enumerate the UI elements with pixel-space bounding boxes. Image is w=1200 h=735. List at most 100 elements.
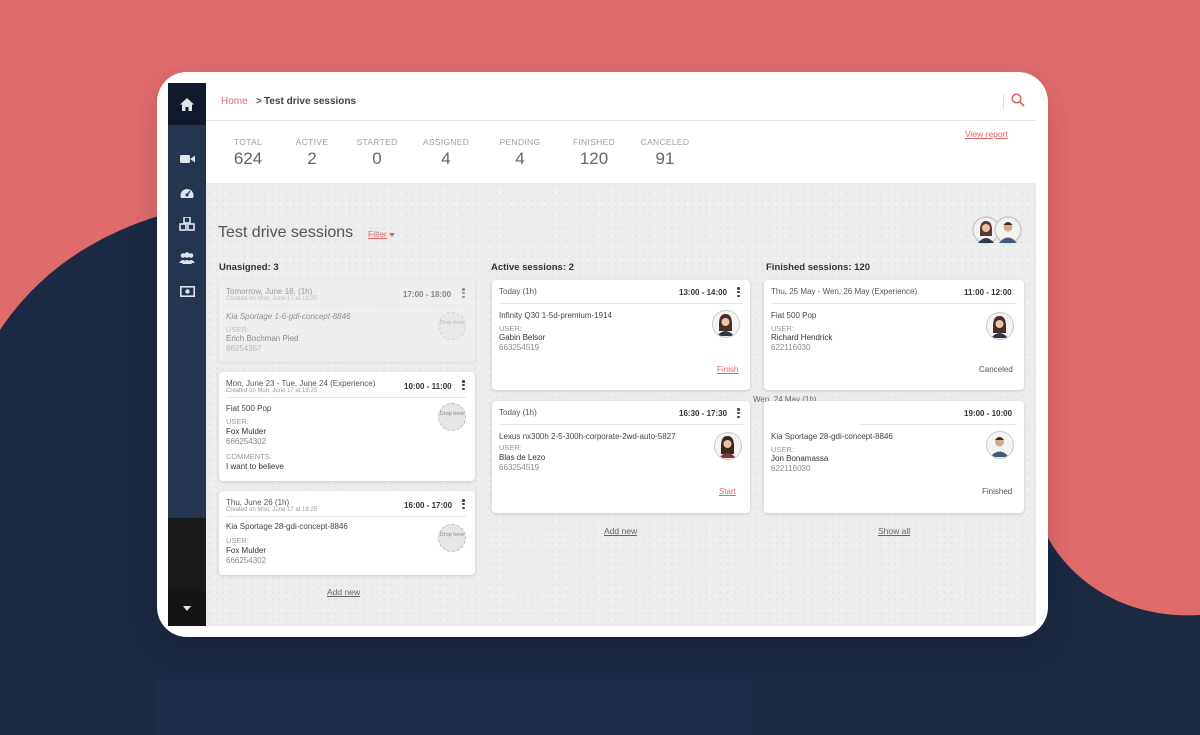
stat-value: 2 [307,149,317,168]
session-card-unassigned[interactable]: Mon, June 23 - Tue, June 24 (Experience)… [219,372,475,481]
home-icon [180,97,194,111]
session-time: 10:00 - 11:00 [404,382,452,391]
tablet-frame: Home > Test drive sessions TOTAL 624 ACT… [157,72,1048,637]
session-car: Fiat 500 Pop [226,404,272,413]
sidebar-item-dashboard[interactable] [168,180,206,206]
user-label: USER: [499,443,522,452]
stat-total: TOTAL 624 [218,137,278,169]
session-card-active[interactable]: Today (1h) 13:00 - 14:00 Infinity Q30 1-… [492,280,750,390]
session-phone: 663254519 [499,343,540,352]
card-divider [226,516,466,517]
drop-zone[interactable]: Drop here [438,524,466,552]
stats-bar: TOTAL 624 ACTIVE 2 STARTED 0 ASSIGNED 4 … [206,121,1036,183]
breadcrumb-home[interactable]: Home [221,96,248,107]
search-divider [1003,94,1004,109]
board-title: Test drive sessions [218,224,354,241]
show-all-finished-link[interactable]: Show all [878,526,910,536]
sidebar-collapse-toggle[interactable] [168,591,206,626]
dashboard-icon [180,189,194,198]
more-options-icon[interactable] [737,287,741,298]
avatar [712,310,740,338]
avatar [714,432,742,460]
stat-label: STARTED [356,137,398,147]
start-session-button[interactable]: Start [719,487,736,496]
sidebar-item-cubes[interactable] [168,211,206,237]
stat-label: ACTIVE [295,137,329,147]
chevron-down-icon [388,232,395,237]
user-label: USER: [771,324,794,333]
user-avatar-icon [715,433,740,458]
session-user: Gabin Belsor [499,333,546,342]
session-date: Thu, 25 May - Wen, 26 May (Experience) [771,287,918,296]
session-time: 11:00 - 12:00 [964,288,1012,297]
session-time: 16:00 - 17:00 [404,501,453,510]
session-created: Created on Mon, June 17 at 19:25 [226,296,318,302]
caret-down-icon [183,606,191,611]
stat-value: 0 [372,149,382,168]
add-new-unassigned-link[interactable]: Add new [327,587,360,597]
breadcrumb-current: Test drive sessions [264,96,357,107]
session-card-finished[interactable]: Thu, 25 May - Wen, 26 May (Experience) 1… [764,280,1024,390]
session-card-unassigned[interactable]: Thu, June 26 (1h) Created on Mon, June 1… [219,491,475,575]
stat-active: ACTIVE 2 [282,137,342,169]
user-label: USER: [226,417,249,426]
footer-strip [155,680,753,735]
stat-finished: FINISHED 120 [559,137,629,169]
user-label: USER: [226,325,249,334]
session-phone: 622116030 [771,343,811,352]
session-card-finished[interactable]: 19:00 - 10:00 Kia Sportage 28-gdi-concep… [764,401,1024,513]
session-phone: 666254302 [226,556,267,565]
card-divider [859,424,1017,425]
session-car: Fiat 500 Pop [771,311,817,320]
stat-label: FINISHED [572,137,616,147]
session-time: 13:00 - 14:00 [679,288,728,297]
add-new-active-link[interactable]: Add new [604,526,637,536]
stat-value: 91 [655,149,675,168]
more-options-icon[interactable] [462,380,466,391]
card-divider [226,305,466,306]
stat-pending: PENDING 4 [487,137,553,169]
session-phone: 622116030 [771,464,811,473]
session-user: Fox Mulder [226,427,267,436]
sidebar-item-money[interactable] [168,278,206,304]
sidebar-item-home[interactable] [168,83,206,125]
more-options-icon[interactable] [462,499,466,510]
session-car: Infinity Q30 1-5d-premium-1914 [499,311,612,320]
users-icon [179,252,195,264]
card-divider [226,397,466,398]
user-avatar-icon [987,432,1012,457]
sidebar-item-users[interactable] [168,245,206,271]
more-options-icon[interactable] [737,408,741,419]
drop-zone[interactable]: Drop here [438,312,466,340]
session-car: Lexus nx300h 2-5-300h-corporate-2wd-auto… [499,432,676,441]
user-label: USER: [499,324,522,333]
stat-started: STARTED 0 [347,137,407,169]
more-options-icon[interactable] [462,288,466,299]
column-header-active: Active sessions: 2 [491,262,574,273]
session-card-active[interactable]: Today (1h) 16:30 - 17:30 Lexus nx300h 2-… [492,401,750,513]
filter-label: Filter [368,229,387,239]
filter-dropdown[interactable]: Filter [368,229,395,239]
session-user: Erich Bochman Pied [226,334,299,343]
session-card-unassigned[interactable]: Tomorrow, June 18, (1h) Created on Mon, … [219,280,475,362]
sidebar-item-video[interactable] [168,146,206,172]
stat-assigned: ASSIGNED 4 [413,137,479,169]
drop-zone[interactable]: Drop here [438,403,466,431]
avatar-group-icon [972,216,1022,244]
search-button[interactable] [1011,93,1027,109]
column-header-finished: Finished sessions: 120 [766,262,871,273]
stat-canceled: CANCELED 91 [629,137,701,169]
finish-session-button[interactable]: Finish [717,365,738,374]
stat-label: PENDING [499,137,541,147]
session-date: Tomorrow, June 18, (1h) [226,287,313,296]
session-comments: I want to believe [226,462,284,471]
session-phone: 66254357 [226,344,262,353]
session-time: 19:00 - 10:00 [964,409,1013,418]
assignee-avatars[interactable] [972,216,1024,244]
session-created: Created on Mon, June 17 at 19:25 [226,388,318,394]
session-car: Kia Sportage 28-gdi-concept-8846 [771,432,893,441]
stat-label: ASSIGNED [422,137,470,147]
session-status: Finished [982,487,1013,496]
session-created: Created on Mon, June 17 at 19:25 [226,507,318,513]
view-report-link[interactable]: View report [965,129,1008,139]
